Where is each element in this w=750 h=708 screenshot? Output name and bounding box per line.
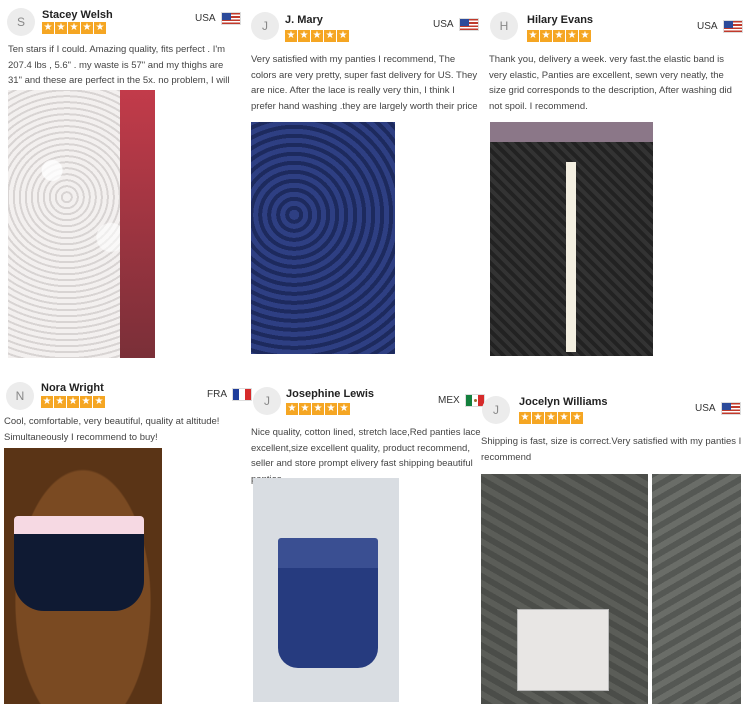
review-photo[interactable] <box>4 448 162 704</box>
us-flag-icon <box>722 20 743 33</box>
star-icon: ★ <box>325 403 337 415</box>
country: USA <box>695 402 741 415</box>
star-icon: ★ <box>93 396 105 408</box>
review-photo[interactable] <box>490 122 653 356</box>
star-icon: ★ <box>67 396 79 408</box>
review-card: N Nora Wright ★ ★ ★ ★ ★ FRA Cool, comfor… <box>0 372 252 708</box>
star-rating: ★ ★ ★ ★ ★ <box>285 30 349 42</box>
star-icon: ★ <box>532 412 544 424</box>
review-photo[interactable] <box>251 122 395 354</box>
star-icon: ★ <box>519 412 531 424</box>
star-icon: ★ <box>558 412 570 424</box>
star-icon: ★ <box>571 412 583 424</box>
review-text: Cool, comfortable, very beautiful, quali… <box>4 416 220 443</box>
reviewer-name: Josephine Lewis <box>286 388 375 400</box>
country-code: USA <box>695 403 716 414</box>
star-rating: ★ ★ ★ ★ ★ <box>519 412 583 424</box>
avatar: N <box>6 382 34 410</box>
reviewer-name: J. Mary <box>285 14 323 26</box>
country-code: FRA <box>207 389 227 400</box>
star-icon: ★ <box>337 30 349 42</box>
star-icon: ★ <box>311 30 323 42</box>
star-icon: ★ <box>312 403 324 415</box>
star-icon: ★ <box>545 412 557 424</box>
country-code: USA <box>433 19 454 30</box>
avatar: J <box>251 12 279 40</box>
star-icon: ★ <box>55 22 67 34</box>
review-card: J J. Mary ★ ★ ★ ★ ★ USA Very satisfied w… <box>245 0 485 360</box>
us-flag-icon <box>458 18 479 31</box>
review-text: Shipping is fast, size is correct.Very s… <box>481 436 742 463</box>
star-icon: ★ <box>298 30 310 42</box>
review-photo[interactable] <box>8 90 155 358</box>
avatar: J <box>253 387 281 415</box>
star-icon: ★ <box>338 403 350 415</box>
star-icon: ★ <box>54 396 66 408</box>
star-rating: ★ ★ ★ ★ ★ <box>286 403 350 415</box>
star-icon: ★ <box>80 396 92 408</box>
star-rating: ★ ★ ★ ★ ★ <box>41 396 105 408</box>
review-card: J Jocelyn Williams ★ ★ ★ ★ ★ USA Shippin… <box>481 372 750 708</box>
avatar: J <box>482 396 510 424</box>
avatar: H <box>490 12 518 40</box>
country: USA <box>433 18 479 31</box>
country-code: USA <box>697 21 718 32</box>
star-icon: ★ <box>94 22 106 34</box>
review-text: Very satisfied with my panties I recomme… <box>251 54 478 112</box>
country-code: MEX <box>438 395 460 406</box>
star-icon: ★ <box>566 30 578 42</box>
star-icon: ★ <box>41 396 53 408</box>
us-flag-icon <box>720 402 741 415</box>
country: MEX <box>438 394 485 407</box>
reviewer-name: Nora Wright <box>41 382 104 394</box>
star-rating: ★ ★ ★ ★ ★ <box>42 22 106 34</box>
review-card: S Stacey Welsh ★ ★ ★ ★ ★ USA Ten stars i… <box>0 0 245 360</box>
star-icon: ★ <box>527 30 539 42</box>
country: USA <box>697 20 743 33</box>
review-photo[interactable] <box>652 474 741 704</box>
star-icon: ★ <box>81 22 93 34</box>
star-icon: ★ <box>285 30 297 42</box>
review-photo[interactable] <box>481 474 648 704</box>
star-icon: ★ <box>299 403 311 415</box>
reviewer-name: Stacey Welsh <box>42 9 113 21</box>
review-photo[interactable] <box>253 478 399 702</box>
country-code: USA <box>195 13 216 24</box>
star-icon: ★ <box>68 22 80 34</box>
star-icon: ★ <box>553 30 565 42</box>
avatar: S <box>7 8 35 36</box>
star-icon: ★ <box>42 22 54 34</box>
review-card: J Josephine Lewis ★ ★ ★ ★ ★ MEX Nice qua… <box>245 372 485 708</box>
review-card: H Hilary Evans ★ ★ ★ ★ ★ USA Thank you, … <box>485 0 750 360</box>
star-icon: ★ <box>540 30 552 42</box>
star-icon: ★ <box>579 30 591 42</box>
reviewer-name: Hilary Evans <box>527 14 594 26</box>
us-flag-icon <box>220 12 241 25</box>
country: USA <box>195 12 241 25</box>
reviewer-name: Jocelyn Williams <box>519 396 608 408</box>
star-rating: ★ ★ ★ ★ ★ <box>527 30 591 42</box>
review-text: Thank you, delivery a week. very fast.th… <box>489 54 732 112</box>
star-icon: ★ <box>286 403 298 415</box>
star-icon: ★ <box>324 30 336 42</box>
